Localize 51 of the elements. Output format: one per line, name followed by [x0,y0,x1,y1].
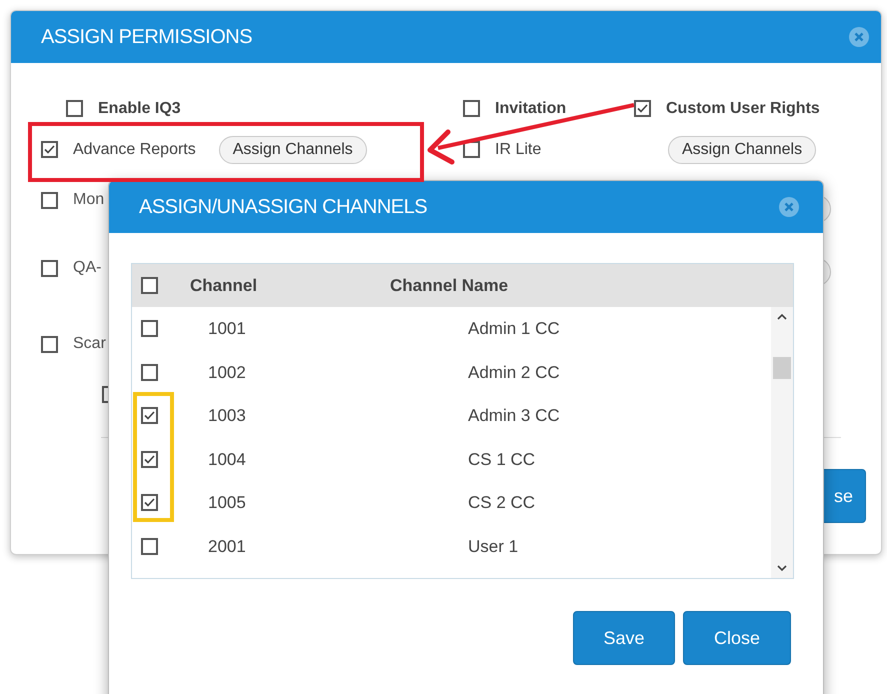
check-icon [43,143,56,156]
checkbox[interactable] [141,450,158,468]
checkbox[interactable] [41,192,58,208]
option-label: Custom User Rights [666,98,820,118]
option-label: QA- [73,258,102,278]
checkbox[interactable] [66,100,83,117]
check-icon [143,409,156,422]
table-cell-text: 2001 [208,536,247,558]
dialog-title: ASSIGN/UNASSIGN CHANNELS [139,195,428,220]
checkbox[interactable] [141,407,158,424]
table-cell-text: Admin 1 CC [468,318,560,340]
assign-channels-button[interactable]: Assign Channels [218,136,367,164]
option-label: Advance Reports [73,140,196,160]
save-button[interactable]: Save [573,611,675,665]
checkbox[interactable] [41,336,58,352]
checkbox[interactable] [141,538,158,555]
close-button[interactable]: Close [683,611,791,665]
column-header: Channel Name [390,274,508,297]
check-icon [143,452,156,466]
check-icon [636,102,649,115]
option-label: Scar [73,334,106,354]
table-cell-text: Admin 2 CC [468,362,560,384]
check-icon [143,496,156,510]
checkbox[interactable] [141,277,158,294]
scroll-down-icon[interactable] [777,565,787,572]
table-cell-text: 1001 [208,318,247,340]
table-cell-text: User 1 [468,536,518,558]
table-cell-text: 1002 [208,362,247,384]
scroll-up-icon[interactable] [777,313,787,320]
option-label: Mon [73,190,104,210]
table-cell-text: Admin 3 CC [468,405,560,427]
checkbox[interactable] [634,100,651,117]
checkbox[interactable] [41,141,58,158]
table-cell-text: CS 1 CC [468,448,536,470]
scrollbar[interactable] [771,307,793,578]
column-header: Channel [190,274,258,297]
checkbox[interactable] [141,494,158,512]
checkbox[interactable] [463,100,480,117]
table-cell-text: CS 2 CC [468,492,536,514]
checkbox[interactable] [141,320,158,338]
option-label: Enable IQ3 [98,98,181,118]
dialog-title: ASSIGN PERMISSIONS [41,25,252,50]
table-cell-text: 1003 [208,405,247,427]
checkbox[interactable] [141,364,158,381]
table-cell-text: 1005 [208,492,247,514]
checkbox[interactable] [41,260,58,276]
option-label: IR Lite [495,140,542,160]
assign-channels-button[interactable]: Assign Channels [668,136,816,164]
option-label: Invitation [495,98,566,118]
scrollbar-thumb[interactable] [773,356,791,378]
table-cell-text: 1004 [208,448,247,470]
